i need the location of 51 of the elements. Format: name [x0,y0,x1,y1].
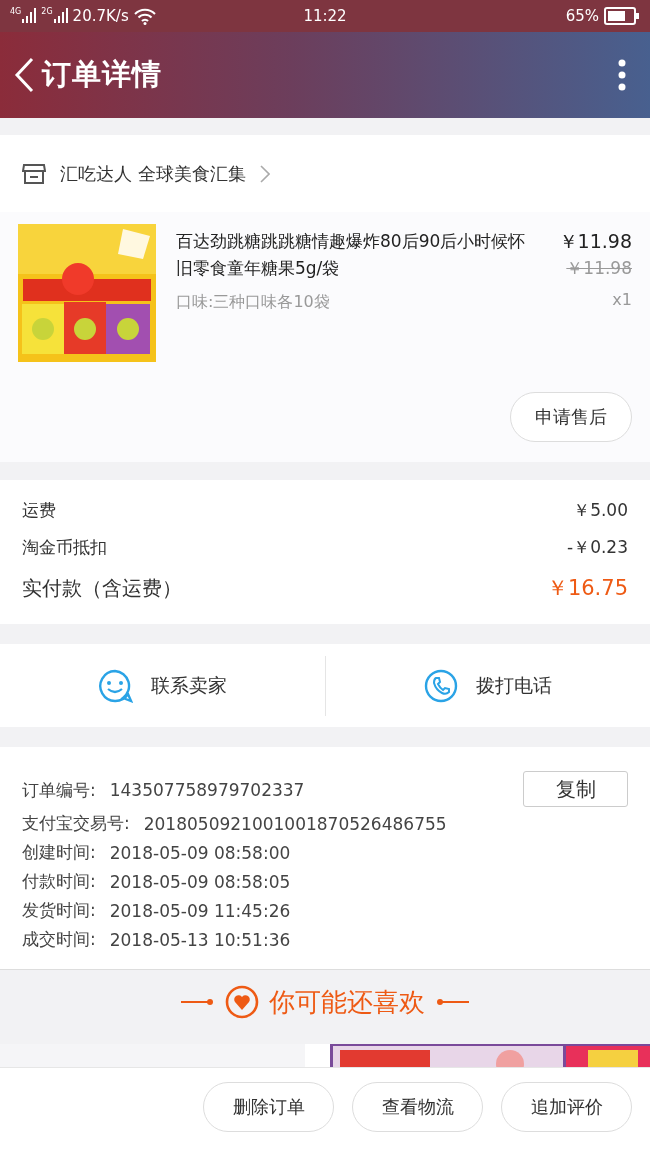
battery-percent: 65% [565,7,599,25]
shop-row[interactable]: 汇吃达人 全球美食汇集 [0,135,650,212]
network-speed: 20.7K/s [72,7,129,25]
copy-button[interactable]: 复制 [523,771,628,807]
fee-label: 运费 [22,499,56,522]
signal-icon [22,8,37,24]
info-label: 发货时间: [22,899,96,922]
page-title: 订单详情 [42,56,163,93]
info-label: 支付宝交易号: [22,812,130,835]
price: ￥11.98 [557,229,632,254]
product-title[interactable]: 百达劲跳糖跳跳糖情趣爆炸80后90后小时候怀旧零食童年糖果5g/袋 [176,228,528,282]
order-action-button[interactable]: 删除订单 [203,1081,334,1132]
product-variant: 口味:三种口味各10袋 [176,292,331,313]
fee-value: -￥0.23 [567,536,628,559]
info-value: 143507758979702337 [109,780,305,800]
fee-label: 淘金币抵扣 [22,536,107,559]
network-label: 2G [41,8,53,16]
info-label: 创建时间: [22,841,96,864]
order-action-button[interactable]: 查看物流 [352,1081,483,1132]
after-sales-button[interactable]: 申请售后 [510,392,632,442]
fee-value: ￥16.75 [546,575,628,602]
contact-seller-button[interactable]: 联系卖家 [0,655,325,716]
info-value: 2018050921001001870526486755 [143,813,447,834]
shop-name: 汇吃达人 全球美食汇集 [60,161,246,186]
chat-icon [97,668,134,703]
shop-icon [22,162,46,185]
info-value: 2018-05-09 08:58:00 [109,842,291,863]
clock: 11:22 [303,7,347,25]
wifi-icon [133,7,156,25]
network-label: 4G [10,8,22,16]
phone-icon [423,668,458,703]
call-button[interactable]: 拨打电话 [324,655,650,716]
info-label: 付款时间: [22,870,96,893]
original-price: ￥11.98 [565,257,632,280]
info-label: 成交时间: [22,928,96,951]
chevron-icon [259,164,270,183]
info-value: 2018-05-13 10:51:36 [109,929,291,950]
info-label: 订单编号: [22,778,96,802]
info-value: 2018-05-09 08:58:05 [109,871,291,892]
more-menu-icon[interactable] [618,59,626,91]
info-value: 2018-05-09 11:45:26 [109,900,291,921]
decor-line-icon [181,998,215,1006]
signal-icon [53,8,68,24]
back-button[interactable] [14,57,34,93]
section-title: 你可能还喜欢 [269,985,425,1019]
decor-line-icon [435,998,469,1006]
order-action-button[interactable]: 追加评价 [501,1081,632,1132]
battery-icon [604,7,640,25]
fee-label: 实付款（含运费） [22,574,182,602]
quantity: x1 [611,290,632,309]
fee-value: ￥5.00 [573,499,628,522]
